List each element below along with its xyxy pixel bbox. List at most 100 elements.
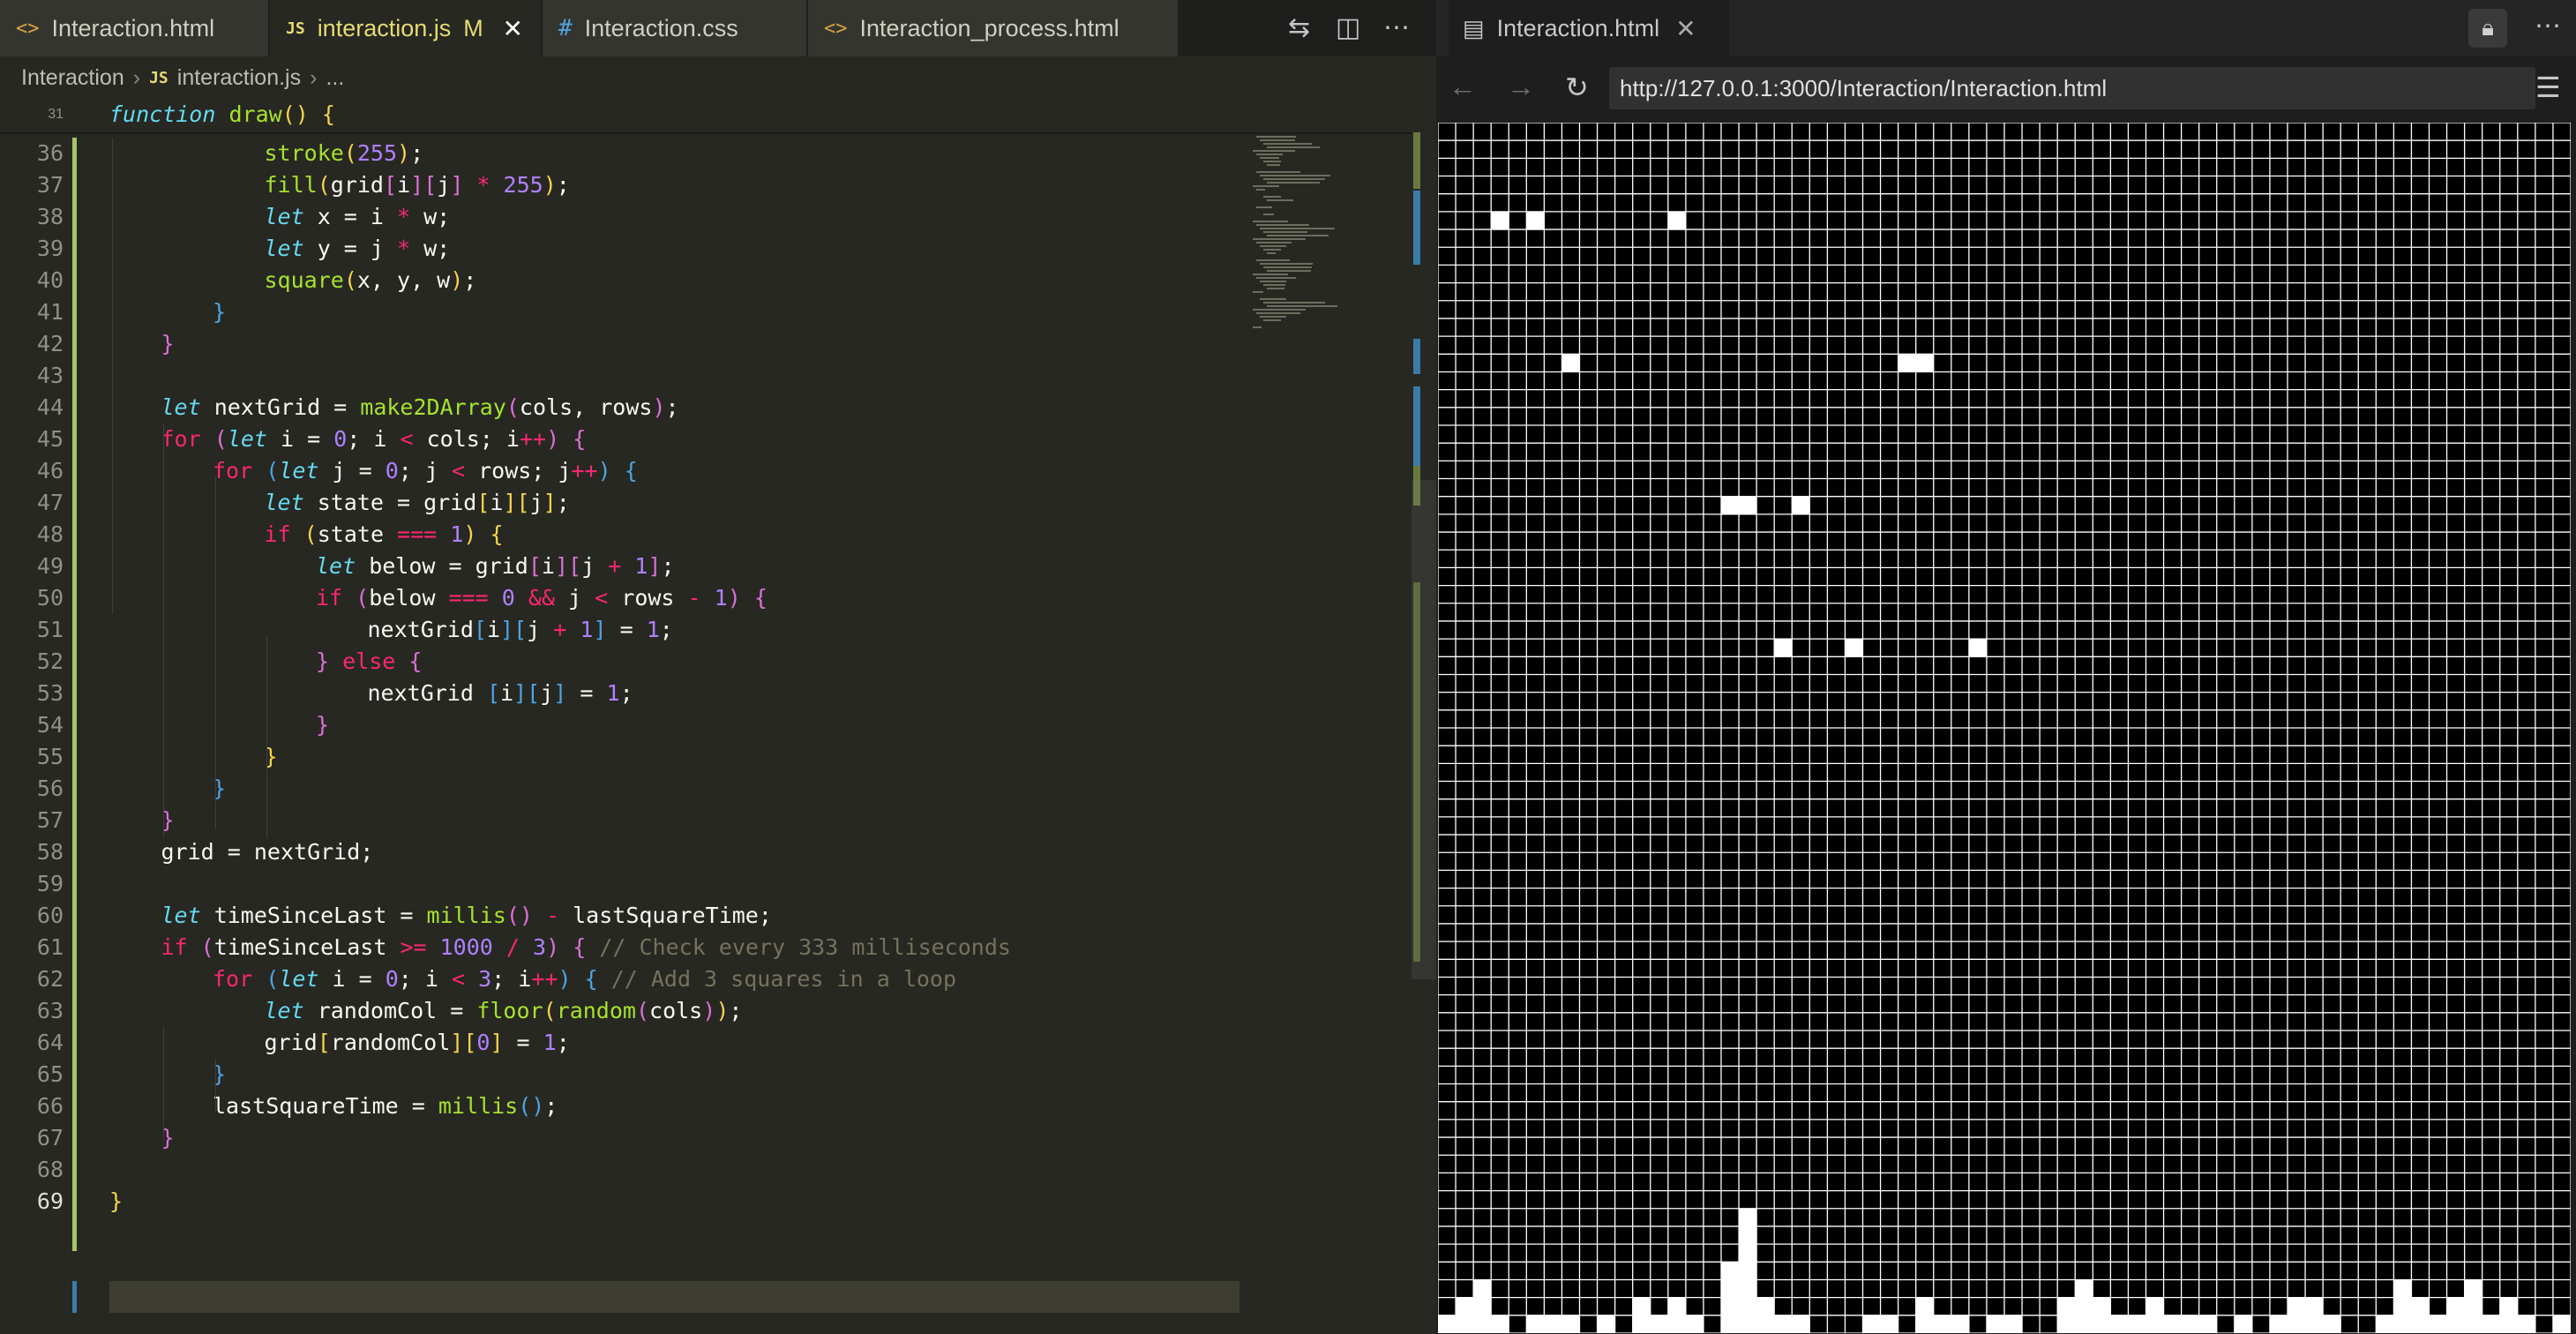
- code-line[interactable]: 51 nextGrid[i][j + 1] = 1;: [0, 614, 1239, 646]
- stacked-square: [1491, 1315, 1509, 1333]
- more-actions-icon[interactable]: ⋯: [2535, 11, 2561, 41]
- code-line[interactable]: 54}: [0, 709, 1239, 741]
- code-line[interactable]: 68: [0, 1154, 1239, 1186]
- code-line[interactable]: 62 for (let i = 0; i < 3; i++) { // Add 3…: [0, 963, 1239, 995]
- code-line[interactable]: 58 grid = nextGrid;: [0, 836, 1239, 868]
- code-line[interactable]: 66 lastSquareTime = millis();: [0, 1090, 1239, 1122]
- minimap-line: [1256, 136, 1296, 138]
- breadcrumb-folder[interactable]: Interaction: [21, 65, 124, 91]
- back-arrow-icon[interactable]: ←: [1449, 71, 1477, 103]
- stacked-square: [2305, 1315, 2324, 1333]
- stacked-square: [1739, 1225, 1757, 1245]
- tab-label: interaction.js: [317, 14, 452, 41]
- breadcrumb-file[interactable]: interaction.js: [177, 65, 301, 91]
- line-number: 46: [36, 458, 64, 483]
- code-line[interactable]: 57}: [0, 805, 1239, 836]
- code-line[interactable]: 69}: [0, 1186, 1239, 1218]
- tab-interaction-process-html[interactable]: <> Interaction_process.html: [808, 0, 1179, 56]
- more-actions-icon[interactable]: ⋯: [1383, 12, 1410, 43]
- breadcrumb-symbol[interactable]: ...: [326, 65, 344, 91]
- code-line[interactable]: 47 let state = grid[i][j];: [0, 487, 1239, 519]
- line-number: 65: [36, 1061, 64, 1087]
- code-line[interactable]: 41}: [0, 296, 1239, 328]
- reload-icon[interactable]: ↻: [1565, 71, 1589, 104]
- split-editor-icon[interactable]: ◫: [1336, 12, 1360, 43]
- scroll-decoration: [1413, 132, 1420, 189]
- minimap-line: [1267, 235, 1329, 236]
- code-line[interactable]: 65}: [0, 1059, 1239, 1090]
- stacked-square: [1561, 1315, 1580, 1333]
- line-number: 62: [36, 966, 64, 992]
- code-line[interactable]: 67}: [0, 1122, 1239, 1154]
- tab-browser-preview[interactable]: ▤ Interaction.html ✕: [1449, 0, 1729, 56]
- code-line[interactable]: 42}: [0, 328, 1239, 360]
- tab-interaction-css[interactable]: # Interaction.css: [543, 0, 807, 56]
- stacked-square: [2323, 1315, 2341, 1333]
- code-line[interactable]: 40 square(x, y, w);: [0, 265, 1239, 296]
- scrollbar-thumb[interactable]: [1412, 480, 1436, 979]
- close-icon[interactable]: ✕: [1675, 14, 1696, 43]
- code-line[interactable]: 46 for (let j = 0; j < rows; j++) {: [0, 455, 1239, 487]
- minimap-line: [1256, 206, 1272, 208]
- code-line[interactable]: 50 if (below === 0 && j < rows - 1) {: [0, 582, 1239, 614]
- code-line[interactable]: 39 let y = j * w;: [0, 233, 1239, 265]
- code-area[interactable]: 36 stroke(255); 37 fill(grid[i][j] * 255); 3…: [0, 97, 1412, 1334]
- code-line[interactable]: 36 stroke(255);: [0, 138, 1239, 169]
- code-text: stroke(255);: [264, 140, 424, 166]
- minimap-line: [1253, 274, 1288, 275]
- code-line[interactable]: 48 if (state === 1) {: [0, 519, 1239, 551]
- minimap-line: [1263, 196, 1281, 198]
- minimap[interactable]: [1244, 97, 1412, 344]
- code-text: } else {: [316, 648, 423, 674]
- stacked-square: [1632, 1315, 1651, 1333]
- code-line[interactable]: 59: [0, 868, 1239, 900]
- code-line[interactable]: 43: [0, 360, 1239, 392]
- code-line[interactable]: 63 let randomCol = floor(random(cols));: [0, 995, 1239, 1027]
- git-change-indicator: [72, 138, 77, 1251]
- minimap-line: [1263, 214, 1274, 215]
- compare-changes-icon[interactable]: ⇆: [1288, 12, 1310, 43]
- menu-icon[interactable]: ☰: [2535, 71, 2561, 104]
- code-line[interactable]: 52 } else {: [0, 646, 1239, 678]
- line-number: 52: [36, 648, 64, 674]
- p5-sketch-canvas[interactable]: [1438, 123, 2571, 1333]
- code-line[interactable]: 49 let below = grid[i][j + 1];: [0, 551, 1239, 582]
- code-line[interactable]: 45 for (let i = 0; i < cols; i++) {: [0, 423, 1239, 455]
- editor-scrollbar[interactable]: [1412, 97, 1436, 1334]
- tab-interaction-js[interactable]: JS interaction.js M ✕: [270, 0, 542, 56]
- tab-label: Interaction.html: [51, 14, 215, 41]
- stacked-square: [2145, 1315, 2164, 1333]
- stacked-square: [1438, 1315, 1456, 1333]
- minimap-line: [1260, 281, 1286, 282]
- code-line[interactable]: 37 fill(grid[i][j] * 255);: [0, 169, 1239, 201]
- stacked-square: [1721, 1279, 1740, 1298]
- code-line[interactable]: 55}: [0, 741, 1239, 773]
- sticky-scroll-line[interactable]: 31 function draw() {: [0, 97, 1412, 134]
- code-line[interactable]: 61 if (timeSinceLast >= 1000 / 3) { // Ch…: [0, 932, 1239, 963]
- minimap-line: [1256, 171, 1300, 173]
- stacked-square: [1685, 1315, 1704, 1333]
- stacked-square: [2482, 1315, 2500, 1333]
- minimap-line: [1260, 245, 1286, 247]
- line-number: 66: [36, 1093, 64, 1119]
- tab-interaction-html[interactable]: <> Interaction.html: [0, 0, 269, 56]
- scroll-decoration: [1413, 339, 1420, 374]
- code-text: let state = grid[i][j];: [264, 490, 570, 515]
- url-input[interactable]: [1609, 67, 2535, 109]
- minimap-line: [1253, 291, 1263, 293]
- code-line[interactable]: 44 let nextGrid = make2DArray(cols, rows)…: [0, 392, 1239, 423]
- minimap-line: [1263, 302, 1325, 304]
- code-line[interactable]: 64 grid[randomCol][0] = 1;: [0, 1027, 1239, 1059]
- forward-arrow-icon[interactable]: →: [1507, 71, 1535, 103]
- close-icon[interactable]: ✕: [503, 14, 523, 43]
- code-line[interactable]: 38 let x = i * w;: [0, 201, 1239, 233]
- falling-square: [1561, 354, 1580, 372]
- lock-icon[interactable]: 🔒︎: [2468, 9, 2507, 48]
- code-line[interactable]: 60 let timeSinceLast = millis() - lastSqu…: [0, 900, 1239, 932]
- code-line[interactable]: 56}: [0, 773, 1239, 805]
- code-text: lastSquareTime = millis();: [213, 1093, 558, 1119]
- code-line[interactable]: 53 nextGrid [i][j] = 1;: [0, 678, 1239, 709]
- stacked-square: [1526, 1315, 1545, 1333]
- line-number: 41: [36, 299, 64, 325]
- indent-guide: [111, 138, 113, 614]
